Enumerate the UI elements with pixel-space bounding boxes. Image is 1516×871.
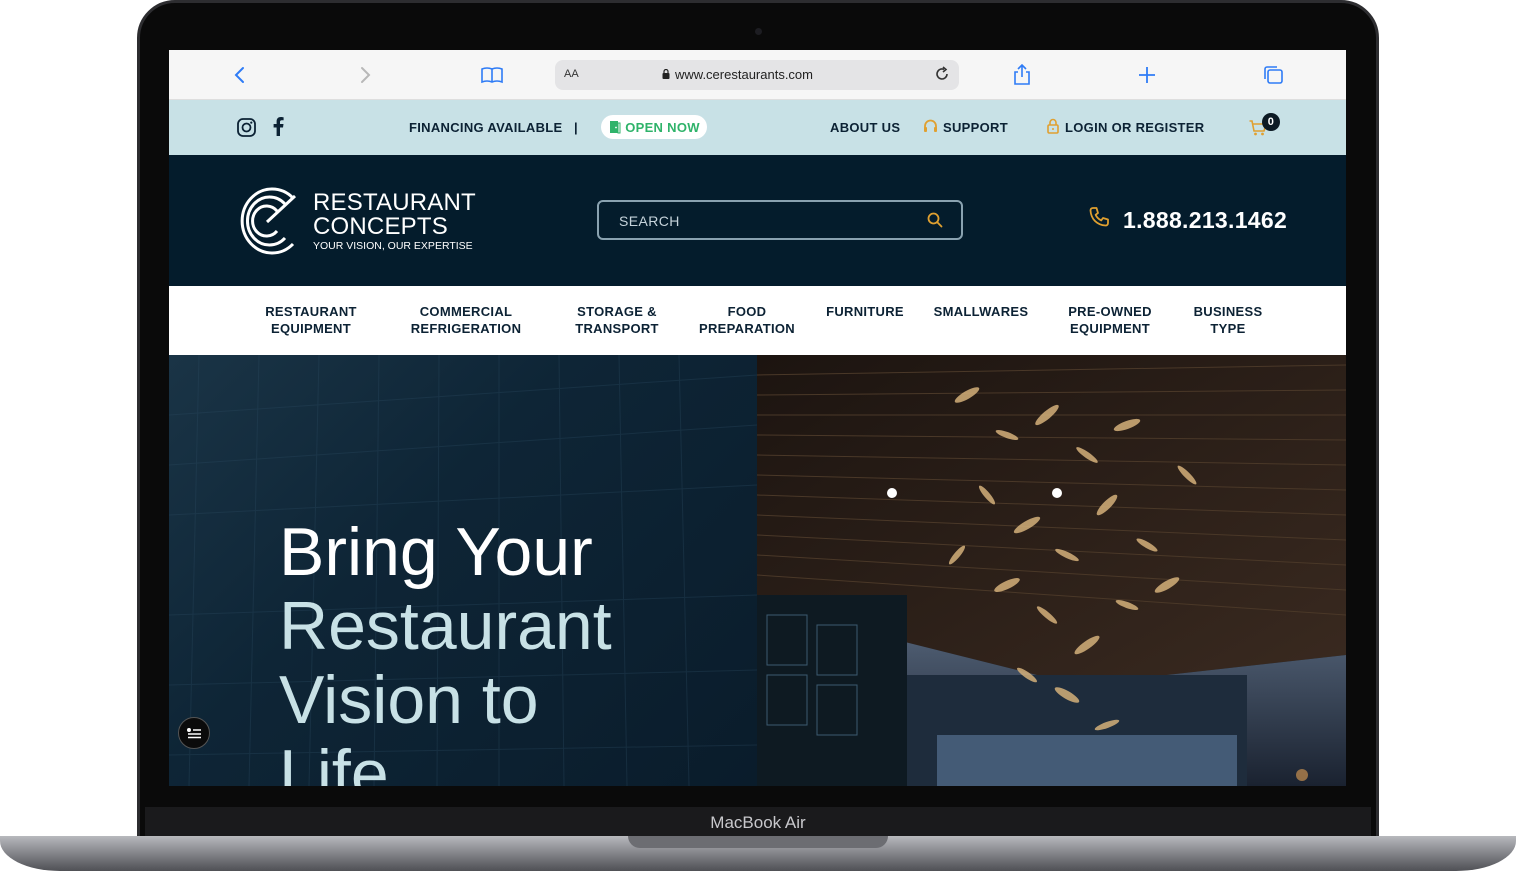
open-now-label: OPEN NOW (625, 119, 700, 135)
hero-text-panel: Bring Your Restaurant Vision to Life (169, 355, 757, 786)
text-size-button[interactable]: AA (564, 68, 579, 80)
accessibility-button[interactable] (178, 717, 210, 749)
nav-item-food-preparation[interactable]: FOOD PREPARATION (691, 303, 803, 337)
logo-line-2: CONCEPTS (313, 213, 448, 240)
hero-image (757, 355, 1346, 786)
login-register-link[interactable]: LOGIN OR REGISTER (1065, 120, 1204, 135)
search-box (597, 200, 963, 240)
search-input[interactable] (617, 210, 921, 232)
screen: AA www.cerestaurants.com FINANCING AVAIL… (169, 50, 1346, 786)
new-tab-icon (1139, 67, 1155, 83)
nav-item-business-type[interactable]: BUSINESS TYPE (1181, 303, 1275, 337)
logo-tagline: YOUR VISION, OUR EXPERTISE (313, 240, 473, 252)
hero-headline: Bring Your Restaurant Vision to Life (279, 515, 612, 786)
phone-icon (1089, 207, 1109, 227)
separator: | (574, 120, 578, 135)
accessibility-icon (187, 728, 201, 739)
address-bar[interactable]: AA www.cerestaurants.com (555, 60, 959, 90)
headset-icon (924, 119, 937, 132)
cart-count-badge: 0 (1262, 113, 1280, 131)
site-header: RESTAURANT CONCEPTS YOUR VISION, OUR EXP… (169, 155, 1346, 286)
safari-toolbar: AA www.cerestaurants.com (169, 50, 1346, 100)
forward-icon (361, 67, 371, 83)
back-icon (234, 67, 244, 83)
tabs-icon (1264, 66, 1283, 84)
utility-bar: FINANCING AVAILABLE | OPEN NOW ABOUT US … (169, 100, 1346, 155)
forward-button[interactable] (352, 62, 378, 88)
restaurant-interior-image (757, 355, 1346, 786)
logo-mark[interactable] (237, 184, 299, 256)
about-us-link[interactable]: ABOUT US (830, 120, 900, 135)
tabs-button[interactable] (1260, 62, 1286, 88)
nav-item-commercial-refrigeration[interactable]: COMMERCIAL REFRIGERATION (401, 303, 531, 337)
back-button[interactable] (227, 62, 253, 88)
share-icon (1014, 64, 1030, 85)
financing-link[interactable]: FINANCING AVAILABLE (409, 120, 563, 135)
facebook-icon[interactable] (273, 117, 284, 136)
bookmarks-icon (481, 67, 503, 84)
search-icon[interactable] (927, 212, 943, 228)
new-tab-button[interactable] (1134, 62, 1160, 88)
hero-section: Bring Your Restaurant Vision to Life (169, 355, 1346, 786)
instagram-icon[interactable] (237, 118, 256, 137)
device-label: MacBook Air (710, 813, 806, 832)
reload-button[interactable] (933, 65, 951, 88)
laptop-chin: MacBook Air (145, 807, 1371, 837)
open-now-badge[interactable]: OPEN NOW (601, 115, 707, 139)
hero-line-3: Vision to (279, 662, 539, 738)
hero-line-1: Bring Your (279, 514, 593, 590)
hero-line-4: Life (279, 736, 389, 786)
nav-item-furniture[interactable]: FURNITURE (815, 303, 915, 320)
lock-icon (1047, 118, 1059, 134)
laptop-hinge-notch (628, 836, 888, 848)
support-link[interactable]: SUPPORT (943, 120, 1008, 135)
main-nav: RESTAURANT EQUIPMENT COMMERCIAL REFRIGER… (169, 286, 1346, 355)
nav-item-smallwares[interactable]: SMALLWARES (927, 303, 1035, 320)
reload-icon (936, 66, 948, 80)
logo-text[interactable]: RESTAURANT CONCEPTS (313, 191, 476, 239)
bookmarks-button[interactable] (479, 62, 505, 88)
share-button[interactable] (1009, 62, 1035, 88)
phone-number[interactable]: 1.888.213.1462 (1123, 207, 1287, 234)
hero-line-2: Restaurant (279, 588, 612, 664)
door-icon (610, 121, 621, 134)
lock-icon (662, 69, 670, 79)
url-text: www.cerestaurants.com (675, 67, 813, 82)
camera (755, 28, 762, 35)
nav-item-restaurant-equipment[interactable]: RESTAURANT EQUIPMENT (239, 303, 383, 337)
nav-item-pre-owned-equipment[interactable]: PRE-OWNED EQUIPMENT (1055, 303, 1165, 337)
nav-item-storage-transport[interactable]: STORAGE & TRANSPORT (561, 303, 673, 337)
logo-line-1: RESTAURANT (313, 189, 476, 216)
